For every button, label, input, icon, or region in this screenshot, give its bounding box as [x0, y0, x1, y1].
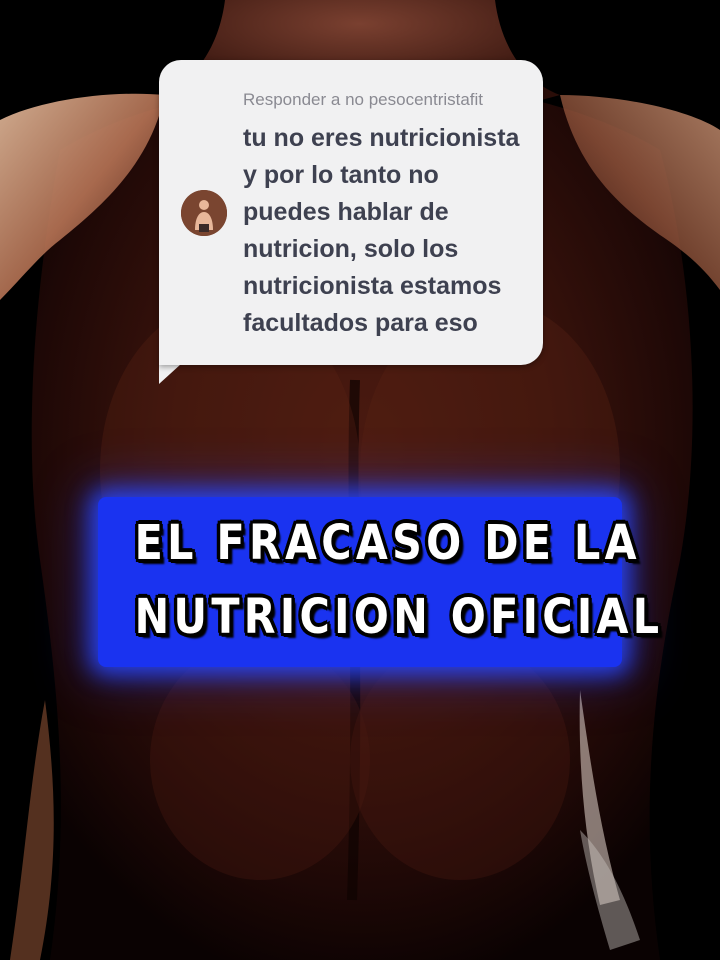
reply-line: facultados para eso: [243, 309, 478, 337]
reply-line: tu no eres nutricionista: [243, 124, 520, 152]
reply-line: nutricionista estamos: [243, 272, 502, 300]
reply-comment-text: tu no eres nutricionista y por lo tanto …: [243, 120, 533, 342]
reply-bubble-tail: [159, 364, 181, 384]
title-line-1: EL FRACASO DE LA: [134, 515, 641, 571]
reply-line: puedes hablar de: [243, 198, 449, 226]
user-avatar[interactable]: [181, 190, 227, 236]
reply-comment-card[interactable]: Responder a no pesocentristafit tu no er…: [159, 60, 543, 365]
reply-header: Responder a no pesocentristafit: [243, 90, 484, 109]
video-title-banner: EL FRACASO DE LA NUTRICION OFICIAL: [98, 497, 664, 667]
avatar-icon: [181, 190, 227, 236]
reply-line: nutricion, solo los: [243, 235, 459, 263]
title-line-2: NUTRICION OFICIAL: [134, 589, 664, 645]
reply-line: y por lo tanto no: [243, 161, 439, 189]
